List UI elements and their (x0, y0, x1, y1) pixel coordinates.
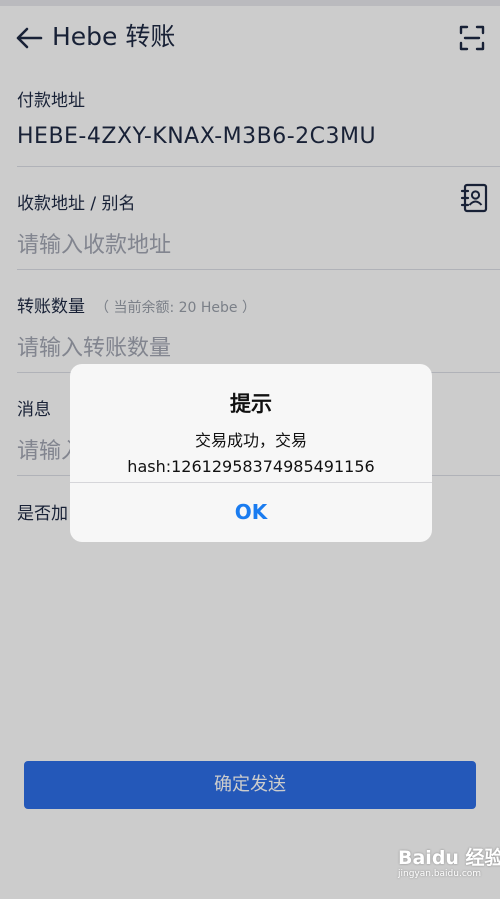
alert-dialog: 提示 交易成功，交易 hash:12612958374985491156 OK (70, 364, 432, 542)
dialog-message: 交易成功，交易 hash:12612958374985491156 (90, 428, 412, 480)
baidu-watermark: Baidu 经验 jingyan.baidu.com (394, 843, 500, 887)
dialog-ok-button[interactable]: OK (70, 483, 432, 542)
watermark-brand: Baidu 经验 (398, 847, 500, 869)
dialog-message-line1: 交易成功，交易 (194, 431, 307, 450)
dialog-message-line2: hash:12612958374985491156 (127, 457, 375, 476)
watermark-url: jingyan.baidu.com (398, 869, 482, 879)
dialog-title: 提示 (230, 392, 272, 416)
